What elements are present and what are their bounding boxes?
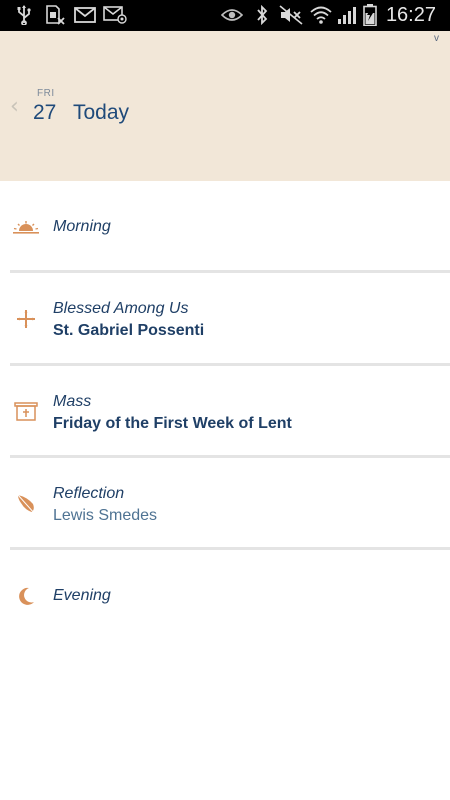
gmail-icon bbox=[73, 5, 97, 25]
moon-icon bbox=[12, 584, 40, 608]
bluetooth-icon bbox=[253, 5, 271, 25]
list-item-title: Morning bbox=[53, 218, 111, 235]
day-number: 27 bbox=[33, 101, 57, 124]
list-item-subtitle: Friday of the First Week of Lent bbox=[53, 415, 292, 432]
cross-icon bbox=[12, 307, 40, 331]
wifi-icon bbox=[309, 5, 333, 25]
list-item-title: Evening bbox=[53, 587, 111, 604]
mute-icon bbox=[278, 5, 304, 25]
date-header: v ‹ FRI 27 Today bbox=[0, 31, 450, 181]
usb-icon bbox=[14, 5, 34, 25]
list-item-subtitle: Lewis Smedes bbox=[53, 507, 158, 524]
battery-icon bbox=[360, 4, 380, 26]
list-item-morning[interactable]: Morning bbox=[0, 181, 450, 273]
list-item-title: Reflection bbox=[53, 485, 125, 502]
list-item-subtitle: St. Gabriel Possenti bbox=[53, 322, 205, 339]
list-item-reflection[interactable]: Reflection Lewis Smedes bbox=[0, 458, 450, 550]
sim-blocked-icon bbox=[44, 5, 66, 25]
list-item-evening[interactable]: Evening bbox=[0, 550, 450, 642]
previous-day-chevron-icon[interactable]: ‹ bbox=[10, 94, 19, 119]
day-of-week: FRI bbox=[37, 88, 55, 99]
daily-prayer-list: Morning Blessed Among Us St. Gabriel Pos… bbox=[0, 181, 450, 605]
signal-icon bbox=[336, 5, 358, 25]
list-item-mass[interactable]: Mass Friday of the First Week of Lent bbox=[0, 366, 450, 458]
feather-icon bbox=[12, 492, 40, 516]
version-label: v bbox=[434, 33, 439, 44]
eye-icon bbox=[220, 5, 244, 25]
status-bar: 16:27 bbox=[0, 0, 450, 31]
status-time: 16:27 bbox=[385, 4, 436, 26]
list-item-blessed-among-us[interactable]: Blessed Among Us St. Gabriel Possenti bbox=[0, 273, 450, 365]
altar-icon bbox=[12, 400, 40, 424]
list-item-title: Blessed Among Us bbox=[53, 300, 189, 317]
email-icon bbox=[103, 5, 127, 25]
list-item-title: Mass bbox=[53, 393, 92, 410]
today-label[interactable]: Today bbox=[73, 101, 129, 125]
sunrise-icon bbox=[12, 216, 40, 240]
